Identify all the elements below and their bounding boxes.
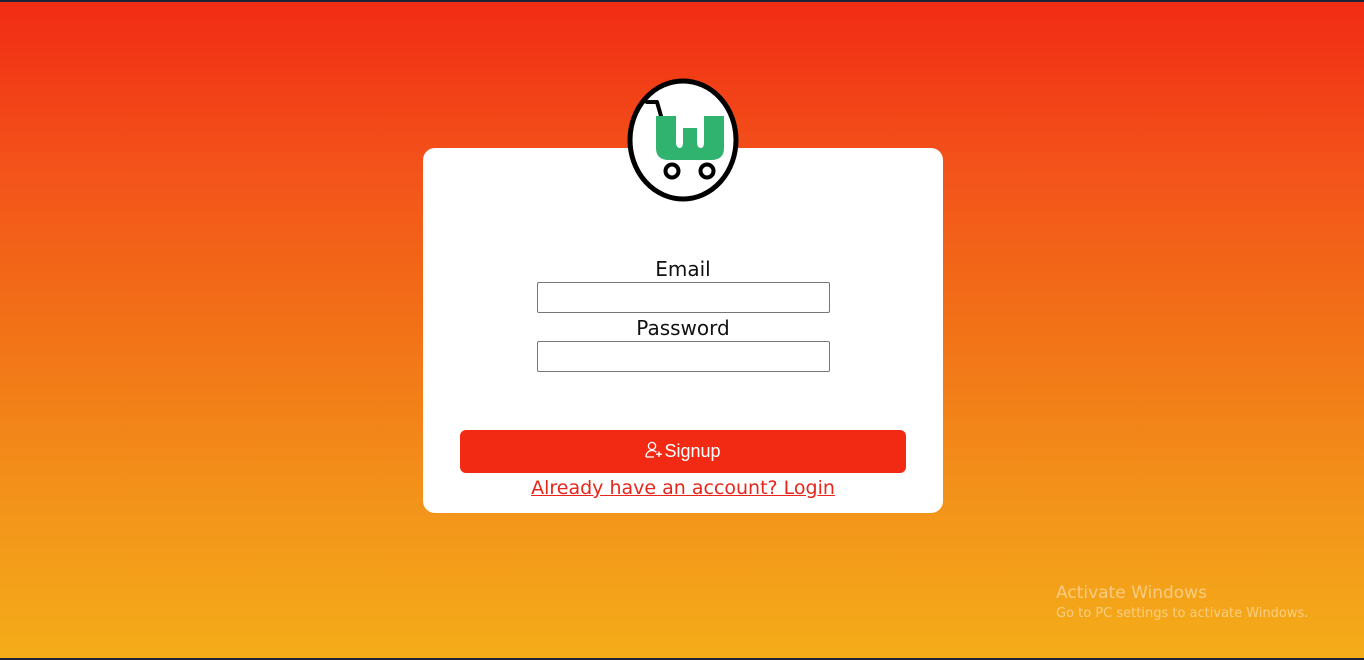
login-link[interactable]: Already have an account? Login (423, 477, 943, 499)
email-label: Email (655, 257, 711, 281)
activate-windows-watermark: Activate Windows Go to PC settings to ac… (1056, 582, 1308, 624)
password-field[interactable] (537, 341, 830, 372)
signup-button-label: Signup (664, 441, 721, 461)
password-label: Password (636, 316, 730, 340)
window-top-border (0, 0, 1364, 2)
shopping-cart-w-logo-icon (627, 78, 739, 202)
watermark-subtitle: Go to PC settings to activate Windows. (1056, 606, 1309, 621)
signup-card: Email Password Signup Already have an ac… (423, 148, 943, 513)
signup-button[interactable]: Signup (460, 430, 906, 473)
email-field[interactable] (537, 282, 830, 313)
user-add-icon (645, 441, 663, 459)
watermark-title: Activate Windows (1056, 583, 1207, 603)
